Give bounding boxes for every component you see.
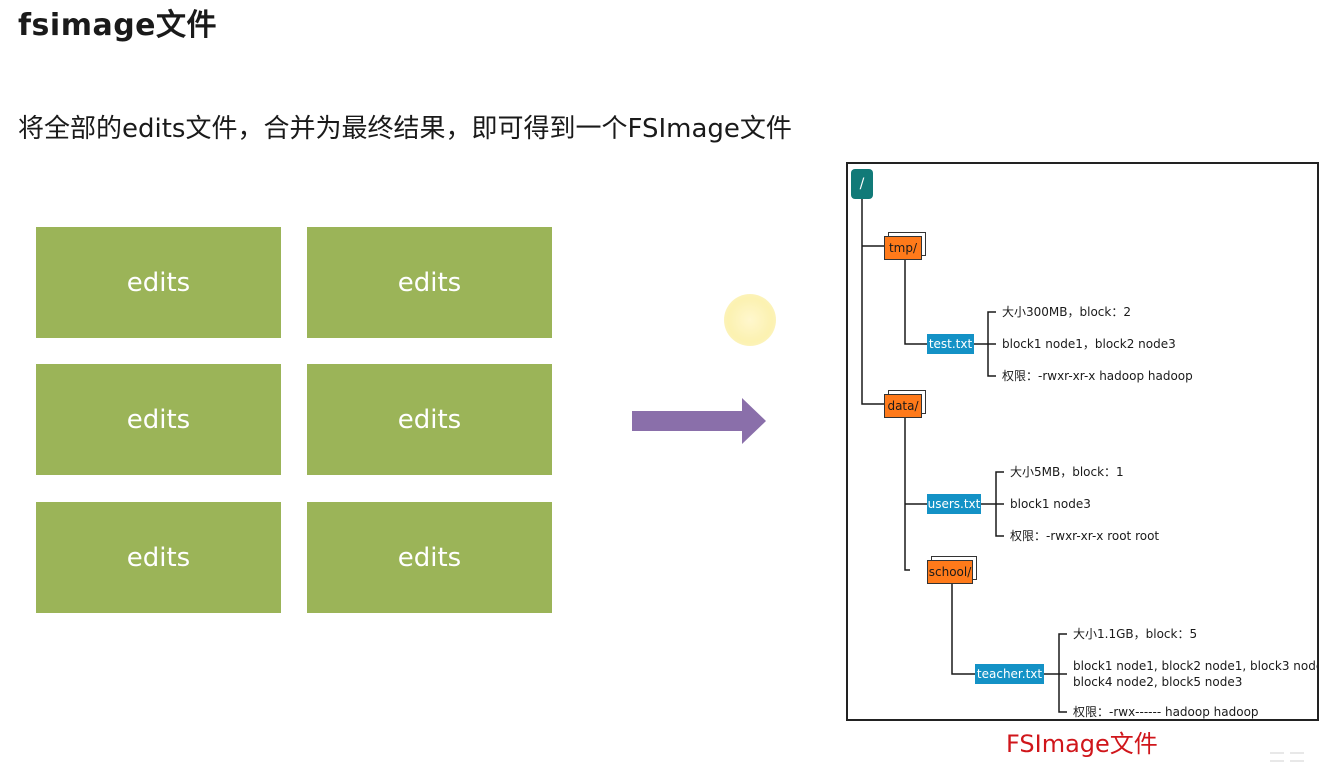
page-subtitle: 将全部的edits文件，合并为最终结果，即可得到一个FSImage文件 xyxy=(18,114,792,144)
edits-box: edits xyxy=(36,227,281,338)
teacher-txt-size-info: 大小1.1GB，block：5 xyxy=(1073,627,1198,641)
cursor-highlight xyxy=(724,294,776,346)
users-txt-size-info: 大小5MB，block：1 xyxy=(1010,465,1124,479)
teacher-txt-permission-info: 权限：-rwx------ hadoop hadoop xyxy=(1073,705,1259,719)
file-node-users-txt: users.txt xyxy=(927,494,981,514)
users-txt-blocks-info: block1 node3 xyxy=(1010,497,1091,511)
file-node-test-txt: test.txt xyxy=(927,334,974,354)
folder-node-tmp: tmp/ xyxy=(884,236,922,260)
folder-node-school: school/ xyxy=(927,560,973,584)
test-txt-blocks-info: block1 node1，block2 node3 xyxy=(1002,337,1176,351)
edits-box: edits xyxy=(307,502,552,613)
file-node-teacher-txt: teacher.txt xyxy=(975,664,1044,684)
player-controls[interactable] xyxy=(1270,752,1304,762)
page-title: fsimage文件 xyxy=(18,8,218,43)
test-txt-permission-info: 权限：-rwxr-xr-x hadoop hadoop xyxy=(1002,369,1193,383)
merge-arrow-icon xyxy=(632,398,766,444)
teacher-txt-blocks-info-cont: block4 node2, block5 node3 xyxy=(1073,675,1243,689)
menu-icon[interactable] xyxy=(1270,752,1284,762)
folder-node-data: data/ xyxy=(884,394,922,418)
tree-root-node: / xyxy=(851,169,873,199)
fsimage-tree-panel: / tmp/ test.txt 大小300MB，block：2 block1 n… xyxy=(846,162,1319,721)
edits-box: edits xyxy=(36,364,281,475)
teacher-txt-blocks-info: block1 node1, block2 node1, block3 node3… xyxy=(1073,659,1319,673)
fsimage-caption: FSImage文件 xyxy=(1006,730,1158,758)
test-txt-size-info: 大小300MB，block：2 xyxy=(1002,305,1131,319)
edits-box: edits xyxy=(307,227,552,338)
edits-box: edits xyxy=(307,364,552,475)
edits-box: edits xyxy=(36,502,281,613)
users-txt-permission-info: 权限：-rwxr-xr-x root root xyxy=(1010,529,1160,543)
menu-icon[interactable] xyxy=(1290,752,1304,762)
